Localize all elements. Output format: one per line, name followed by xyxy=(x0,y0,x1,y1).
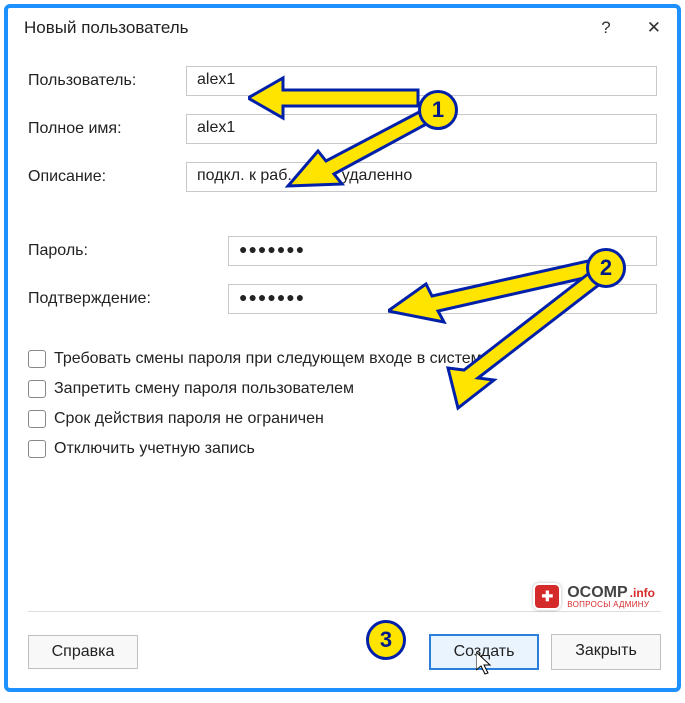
fullname-label: Полное имя: xyxy=(28,120,186,138)
checkbox-row-disable-account[interactable]: Отключить учетную запись xyxy=(28,440,657,458)
checkbox-icon[interactable] xyxy=(28,350,46,368)
window-title: Новый пользователь xyxy=(24,18,189,38)
annotation-badge-3: 3 xyxy=(366,620,406,660)
watermark-sub: ВОПРОСЫ АДМИНУ xyxy=(567,601,655,609)
checkbox-icon[interactable] xyxy=(28,440,46,458)
window-controls: ? ✕ xyxy=(601,18,661,38)
confirm-label: Подтверждение: xyxy=(28,290,228,308)
annotation-arrow-icon xyxy=(268,106,433,196)
watermark-text: OCOMP.info ВОПРОСЫ АДМИНУ xyxy=(567,585,655,609)
description-label: Описание: xyxy=(28,168,186,186)
annotation-badge-1: 1 xyxy=(418,90,458,130)
user-label: Пользователь: xyxy=(28,72,186,90)
cursor-icon xyxy=(476,652,496,678)
checkbox-label: Отключить учетную запись xyxy=(54,440,255,458)
password-label: Пароль: xyxy=(28,242,228,260)
close-icon[interactable]: ✕ xyxy=(647,18,661,38)
watermark-main: OCOMP.info xyxy=(567,585,655,601)
footer-right: Создать Закрыть xyxy=(429,634,661,670)
checkbox-icon[interactable] xyxy=(28,410,46,428)
checkbox-label: Запретить смену пароля пользователем xyxy=(54,380,354,398)
dialog-window: Новый пользователь ? ✕ Пользователь: ale… xyxy=(4,4,681,692)
checkbox-label: Срок действия пароля не ограничен xyxy=(54,410,324,428)
footer: Справка Создать Закрыть xyxy=(28,611,661,670)
help-button[interactable]: Справка xyxy=(28,635,138,669)
watermark-badge-icon: ✚ xyxy=(533,583,561,610)
separator-gap xyxy=(28,210,657,236)
annotation-arrow-icon xyxy=(428,268,628,418)
help-icon[interactable]: ? xyxy=(601,18,610,38)
checkbox-icon[interactable] xyxy=(28,380,46,398)
watermark: ✚ OCOMP.info ВОПРОСЫ АДМИНУ xyxy=(533,583,655,610)
close-button[interactable]: Закрыть xyxy=(551,634,661,670)
titlebar: Новый пользователь ? ✕ xyxy=(8,8,677,46)
annotation-badge-2: 2 xyxy=(586,248,626,288)
checkbox-label: Требовать смены пароля при следующем вхо… xyxy=(54,350,490,368)
